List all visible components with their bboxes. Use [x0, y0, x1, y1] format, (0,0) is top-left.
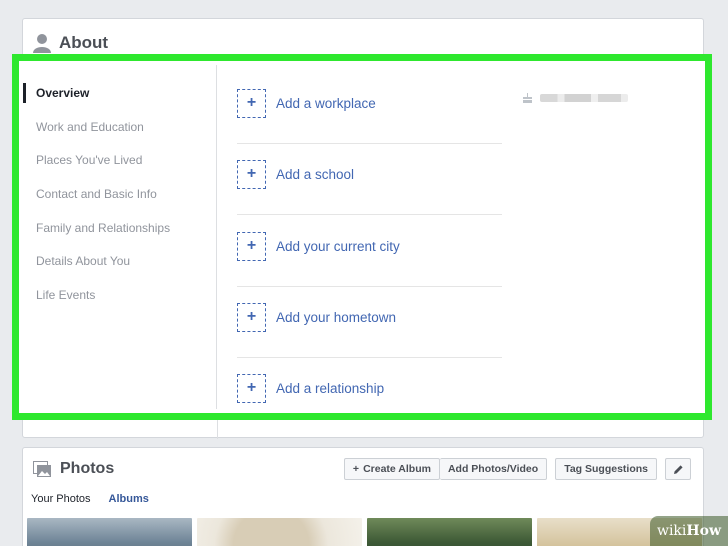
- about-title: About: [59, 33, 109, 52]
- about-panel: Overview Work and Education Places You'v…: [23, 65, 701, 409]
- nav-item-work-education[interactable]: Work and Education: [23, 116, 216, 138]
- photo-button-group: + Create Album Add Photos/Video: [343, 458, 548, 480]
- create-album-label: Create Album: [363, 463, 431, 475]
- nav-item-life-events[interactable]: Life Events: [23, 284, 216, 306]
- nav-item-family-relationships[interactable]: Family and Relationships: [23, 217, 216, 239]
- watermark-prefix: wiki: [656, 523, 687, 539]
- add-photos-video-button[interactable]: Add Photos/Video: [439, 458, 548, 480]
- add-workplace-button[interactable]: + Add a workplace: [237, 88, 502, 118]
- person-icon: [33, 34, 51, 53]
- photos-card: Photos + Create Album Add Photos/Video T…: [22, 447, 704, 546]
- photo-tabs: Your Photos Albums: [31, 493, 149, 505]
- add-label: Add your hometown: [276, 309, 397, 325]
- nav-item-details-about-you[interactable]: Details About You: [23, 250, 216, 272]
- photos-header: Photos: [33, 460, 114, 478]
- add-relationship-button[interactable]: + Add a relationship: [237, 373, 502, 403]
- highlight-frame: Overview Work and Education Places You'v…: [12, 54, 712, 420]
- tab-your-photos[interactable]: Your Photos: [31, 493, 91, 505]
- edit-button[interactable]: [665, 458, 691, 480]
- tab-albums[interactable]: Albums: [109, 493, 149, 505]
- add-label: Add a relationship: [276, 380, 385, 396]
- separator: [237, 357, 502, 358]
- separator: [237, 143, 502, 144]
- tag-suggestions-button[interactable]: Tag Suggestions: [555, 458, 657, 480]
- add-current-city-button[interactable]: + Add your current city: [237, 231, 502, 261]
- plus-icon: +: [237, 159, 266, 189]
- nav-item-overview[interactable]: Overview: [23, 82, 216, 104]
- plus-icon: +: [237, 231, 266, 261]
- plus-icon: +: [352, 463, 360, 475]
- photo-actions: + Create Album Add Photos/Video Tag Sugg…: [343, 458, 691, 480]
- photo-thumbnail[interactable]: [27, 518, 192, 546]
- birthday-info: [522, 92, 628, 103]
- cake-icon: [523, 93, 532, 103]
- about-nav: Overview Work and Education Places You'v…: [23, 65, 217, 409]
- add-hometown-button[interactable]: + Add your hometown: [237, 302, 502, 332]
- plus-icon: +: [237, 88, 266, 118]
- separator: [237, 214, 502, 215]
- wikihow-watermark: wiki How: [650, 516, 728, 546]
- photos-icon: [33, 460, 51, 477]
- about-header: About: [33, 31, 108, 55]
- add-school-button[interactable]: + Add a school: [237, 159, 502, 189]
- nav-item-places-lived[interactable]: Places You've Lived: [23, 149, 216, 171]
- watermark-suffix: How: [686, 523, 722, 539]
- photo-thumbnails: [27, 518, 702, 546]
- nav-item-contact-info[interactable]: Contact and Basic Info: [23, 183, 216, 205]
- plus-icon: +: [237, 302, 266, 332]
- separator: [237, 286, 502, 287]
- photo-thumbnail[interactable]: [367, 518, 532, 546]
- pencil-icon: [673, 464, 683, 474]
- blurred-birthday: [540, 93, 628, 102]
- add-label: Add a school: [276, 166, 355, 182]
- create-album-button[interactable]: + Create Album: [343, 458, 440, 480]
- add-label: Add a workplace: [276, 95, 376, 111]
- photo-thumbnail[interactable]: [197, 518, 362, 546]
- photos-title: Photos: [60, 460, 115, 477]
- plus-icon: +: [237, 373, 266, 403]
- add-label: Add your current city: [276, 238, 400, 254]
